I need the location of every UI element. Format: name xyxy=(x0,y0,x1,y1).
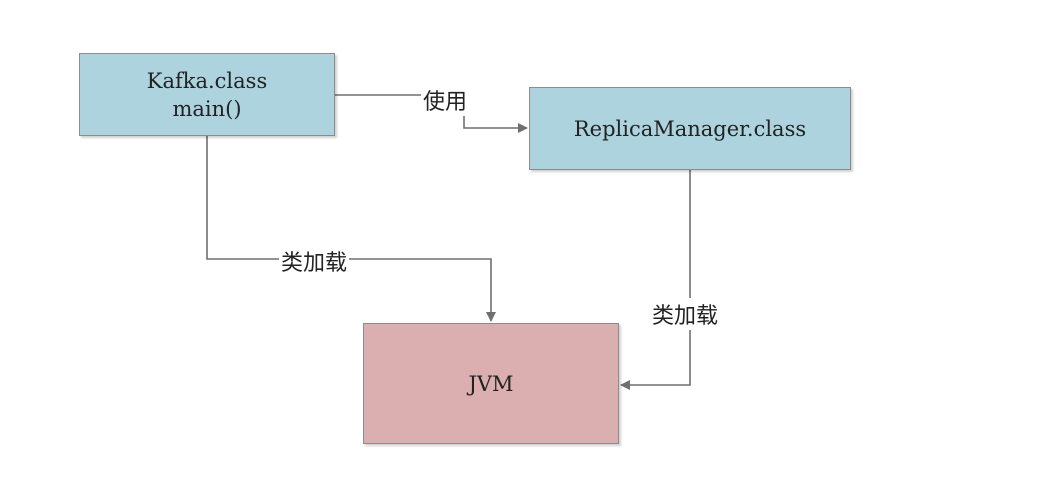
kafka-main-method: main() xyxy=(172,96,242,121)
edge-label-use: 使用 xyxy=(421,84,470,116)
edge-load-kafka-line xyxy=(206,136,496,322)
replica-manager-label: ReplicaManager.class xyxy=(573,116,807,141)
edge-load-replica-line xyxy=(620,170,691,390)
jvm-label: JVM xyxy=(468,371,514,396)
edge-label-load-replica: 类加载 xyxy=(650,298,721,330)
kafka-class-node: Kafka.class main() xyxy=(79,53,335,136)
replica-manager-node: ReplicaManager.class xyxy=(529,87,851,170)
edge-label-load-kafka: 类加载 xyxy=(279,245,350,277)
kafka-class-name: Kafka.class xyxy=(146,68,268,93)
jvm-node: JVM xyxy=(363,323,619,444)
